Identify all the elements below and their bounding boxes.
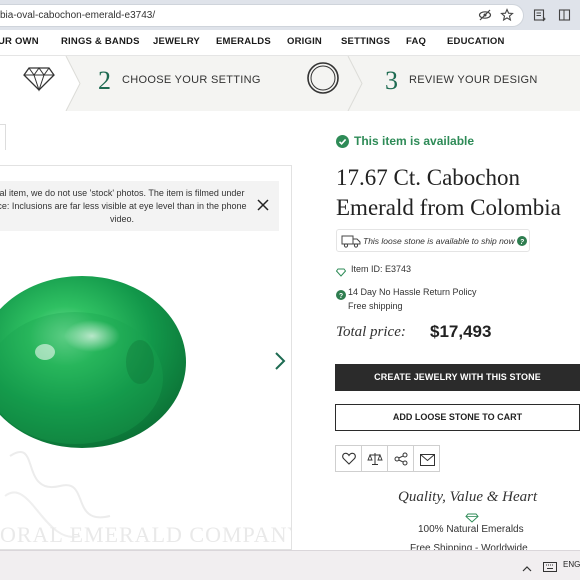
notice-line-2: ce: Inclusions are far less visible at e… [0,201,247,211]
close-icon[interactable] [257,199,269,215]
url-text: bia-oval-cabochon-emerald-e3743/ [0,10,156,21]
nav-item-jewelry[interactable]: JEWELRY [153,36,200,47]
notice-line-1: al item, we do not use 'stock' photos. T… [0,188,245,198]
step-3-label[interactable]: REVIEW YOUR DESIGN [409,74,538,86]
heart-icon [342,452,356,470]
product-title-line-2: Emerald from Colombia [336,195,561,220]
help-circle-icon[interactable]: ? [336,287,346,305]
reader-icon[interactable] [533,8,547,22]
share-button[interactable] [387,445,414,472]
watermark: ORAL EMERALD COMPANY [0,522,292,547]
media-tab[interactable] [0,124,6,150]
address-bar[interactable]: bia-oval-cabochon-emerald-e3743/ [0,4,524,27]
truck-icon [341,234,361,250]
shipping-note: Free shipping [348,301,403,311]
check-circle-icon [336,135,349,153]
video-notice: al item, we do not use 'stock' photos. T… [0,181,279,231]
nav-item-education[interactable]: EDUCATION [447,36,505,47]
tagline: Quality, Value & Heart [398,489,538,505]
create-jewelry-button[interactable]: CREATE JEWELRY WITH THIS STONE [335,364,580,391]
svg-text:?: ? [339,293,343,300]
keyboard-icon[interactable] [543,559,557,577]
notice-text: al item, we do not use 'stock' photos. T… [0,187,248,226]
wishlist-button[interactable] [335,445,362,472]
scale-icon [367,451,383,472]
eye-off-icon[interactable] [478,8,492,22]
notice-line-3: video. [109,214,135,224]
ship-now-text: This loose stone is available to ship no… [363,236,515,246]
step-3-number: 3 [385,66,398,95]
nav-item-emeralds[interactable]: EMERALDS [216,36,271,47]
help-icon[interactable]: ? [517,236,527,248]
chevron-up-icon[interactable] [522,560,532,578]
total-price-label: Total price: [336,324,406,340]
language-indicator[interactable]: ENG [563,560,580,569]
share-icon [394,452,408,471]
diamond-small-icon [335,264,347,282]
star-icon[interactable] [500,8,514,22]
bookmark-icon[interactable] [558,8,572,22]
feature-natural: 100% Natural Emeralds [418,524,524,535]
item-id: Item ID: E3743 [351,264,412,274]
step-2-label[interactable]: CHOOSE YOUR SETTING [122,74,261,86]
ship-now-box: This loose stone is available to ship no… [336,229,530,252]
ring-icon[interactable] [306,61,340,100]
return-policy[interactable]: 14 Day No Hassle Return Policy [348,287,477,297]
nav-item-design-your-own[interactable]: UR OWN [0,36,39,47]
nav-item-rings-bands[interactable]: RINGS & BANDS [61,36,140,47]
step-2-number: 2 [98,66,111,95]
taskbar [0,550,580,580]
add-to-cart-button[interactable]: ADD LOOSE STONE TO CART [335,404,580,431]
availability-status: This item is available [354,134,475,148]
svg-text:?: ? [520,239,525,246]
nav-item-settings[interactable]: SETTINGS [341,36,390,47]
diamond-icon[interactable] [22,66,56,97]
compare-button[interactable] [361,445,388,472]
nav-item-faq[interactable]: FAQ [406,36,426,47]
envelope-icon [420,453,435,471]
nav-item-origin[interactable]: ORIGIN [287,36,322,47]
chevron-right-icon[interactable] [274,351,286,376]
product-title-line-1: 17.67 Ct. Cabochon [336,165,520,190]
total-price: $17,493 [430,322,492,341]
email-button[interactable] [413,445,440,472]
